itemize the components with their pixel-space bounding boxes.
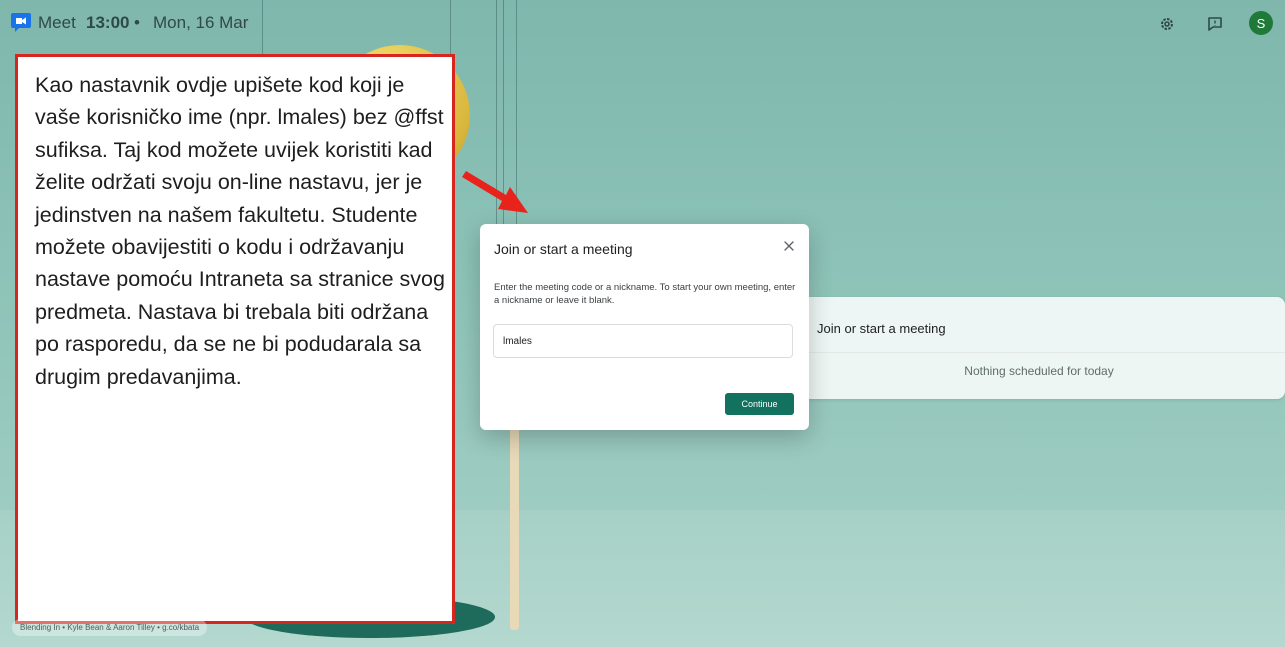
pointer-arrow-icon	[462, 171, 528, 213]
meet-logo-icon	[10, 11, 32, 33]
separator-dot: •	[134, 13, 140, 32]
gear-icon[interactable]	[1155, 12, 1179, 36]
background-credit[interactable]: Blending In • Kyle Bean & Aaron Tilley •…	[12, 619, 208, 636]
panel-divider	[793, 352, 1285, 353]
background-pole	[510, 410, 519, 630]
empty-schedule-text: Nothing scheduled for today	[964, 364, 1114, 378]
current-date: Mon, 16 Mar	[153, 13, 249, 32]
panel-join-button[interactable]: Join or start a meeting	[817, 321, 946, 336]
meeting-code-input[interactable]	[493, 324, 793, 358]
instruction-text: Kao nastavnik ovdje upišete kod koji je …	[35, 73, 445, 389]
user-avatar[interactable]: S	[1249, 11, 1273, 35]
dialog-description: Enter the meeting code or a nickname. To…	[494, 282, 796, 306]
close-icon[interactable]	[780, 237, 798, 255]
continue-button[interactable]: Continue	[725, 393, 794, 415]
instruction-callout: Kao nastavnik ovdje upišete kod koji je …	[15, 54, 455, 624]
top-bar: Meet 13:00 • Mon, 16 Mar S	[0, 0, 1285, 46]
app-brand: Meet	[38, 13, 76, 32]
dialog-title: Join or start a meeting	[494, 241, 633, 257]
join-meeting-dialog: Join or start a meeting Enter the meetin…	[480, 224, 809, 430]
schedule-panel: Join or start a meeting Nothing schedule…	[793, 297, 1285, 399]
current-time: 13:00	[86, 13, 130, 32]
feedback-icon[interactable]	[1203, 12, 1227, 36]
